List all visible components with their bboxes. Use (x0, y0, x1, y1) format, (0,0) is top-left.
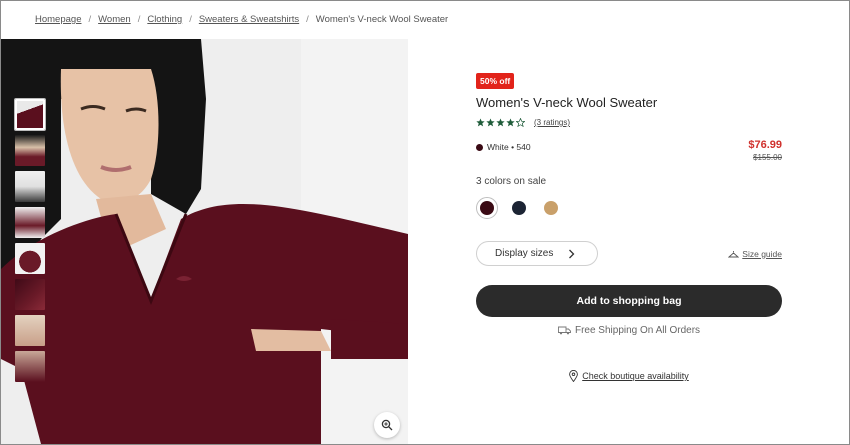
thumbnail[interactable] (15, 351, 45, 382)
size-guide-label: Size guide (742, 248, 782, 259)
location-pin-icon (569, 370, 579, 382)
swatch-navy[interactable] (508, 197, 530, 219)
product-rating: (3 ratings) (476, 118, 782, 127)
thumbnail[interactable] (15, 171, 45, 202)
boutique-label: Check boutique availability (582, 371, 689, 381)
thumbnail[interactable] (15, 207, 45, 238)
swatch-color (544, 201, 558, 215)
swatch-color (480, 201, 494, 215)
chevron-right-icon (569, 249, 575, 258)
current-color-dot (476, 143, 483, 151)
zoom-icon (381, 419, 393, 431)
breadcrumb: Homepage / Women / Clothing / Sweaters &… (35, 14, 448, 25)
breadcrumb-women[interactable]: Women (98, 14, 131, 25)
price-block: $76.99 $155.00 (748, 139, 782, 162)
add-to-bag-button[interactable]: Add to shopping bag (476, 285, 782, 317)
star-icon (476, 118, 485, 127)
star-empty-icon (516, 118, 525, 127)
star-icon (496, 118, 505, 127)
size-row: Display sizes Size guide (476, 241, 782, 266)
colors-on-sale-label: 3 colors on sale (476, 176, 547, 187)
swatch-camel[interactable] (540, 197, 562, 219)
star-icon (506, 118, 515, 127)
breadcrumb-current: Women's V-neck Wool Sweater (315, 14, 449, 25)
breadcrumb-sweaters[interactable]: Sweaters & Sweatshirts (199, 14, 299, 25)
product-title: Women's V-neck Wool Sweater (476, 95, 658, 110)
breadcrumb-separator: / (189, 14, 192, 25)
thumbnail[interactable] (15, 279, 45, 310)
breadcrumb-clothing[interactable]: Clothing (147, 14, 182, 25)
rating-stars (476, 118, 525, 127)
thumbnail[interactable] (15, 135, 45, 166)
shipping-info: Free Shipping On All Orders (476, 325, 782, 336)
breadcrumb-separator: / (88, 14, 92, 25)
shipping-label: Free Shipping On All Orders (574, 325, 701, 336)
thumbnail-strip (15, 99, 45, 387)
product-details: 50% off Women's V-neck Wool Sweater (3 r… (476, 71, 782, 382)
hanger-icon (728, 250, 740, 257)
thumbnail[interactable] (15, 99, 45, 130)
display-sizes-button[interactable]: Display sizes (476, 241, 598, 266)
thumbnail[interactable] (15, 243, 45, 274)
discount-badge: 50% off (476, 73, 515, 89)
swatch-color (512, 201, 526, 215)
boutique-availability-link[interactable]: Check boutique availability (476, 370, 782, 382)
star-icon (486, 118, 495, 127)
truck-icon (558, 326, 571, 335)
sale-price: $76.99 (748, 139, 782, 151)
color-price-row: White • 540 $76.99 $155.00 (476, 139, 782, 162)
zoom-button[interactable] (374, 412, 400, 438)
swatch-burgundy[interactable] (476, 197, 498, 219)
product-gallery[interactable] (1, 39, 408, 444)
color-swatches (476, 197, 782, 219)
current-color-label: White • 540 (487, 142, 531, 152)
product-photo (1, 39, 408, 444)
size-guide-link[interactable]: Size guide (728, 249, 782, 259)
breadcrumb-separator: / (137, 14, 141, 25)
current-color: White • 540 (476, 142, 531, 152)
original-price: $155.00 (753, 153, 782, 162)
display-sizes-label: Display sizes (495, 248, 554, 259)
ratings-link[interactable]: (3 ratings) (534, 118, 570, 127)
thumbnail[interactable] (15, 315, 45, 346)
breadcrumb-separator: / (306, 14, 309, 25)
breadcrumb-homepage[interactable]: Homepage (35, 14, 81, 25)
